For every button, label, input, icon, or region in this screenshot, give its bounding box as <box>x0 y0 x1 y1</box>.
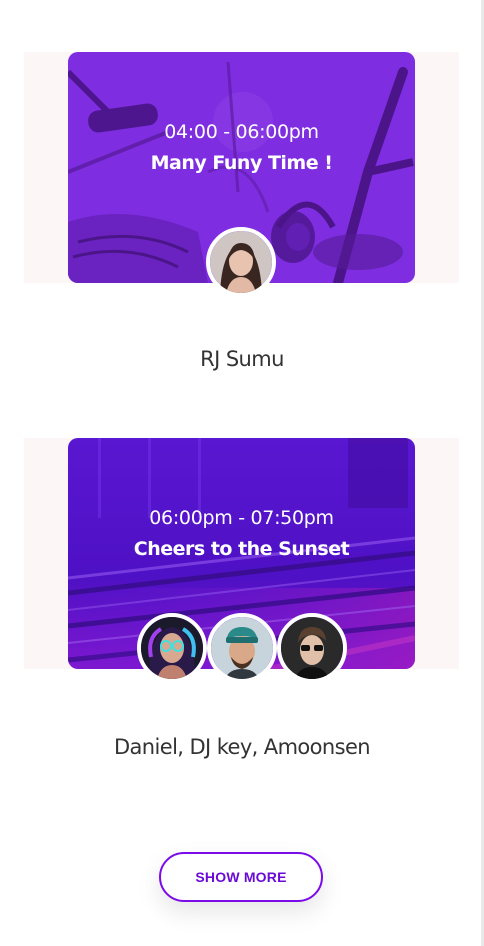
show-title: Cheers to the Sunset <box>133 538 350 560</box>
show-time: 04:00 - 06:00pm <box>164 121 319 143</box>
show-more-button[interactable]: SHOW MORE <box>159 852 323 902</box>
show-title: Many Funy Time ! <box>150 152 333 174</box>
host-avatar[interactable] <box>207 613 277 683</box>
host-names: Daniel, DJ key, Amoonsen <box>113 735 371 759</box>
show-time: 06:00pm - 07:50pm <box>149 507 334 529</box>
host-photo <box>281 617 343 679</box>
host-names: RJ Sumu <box>200 347 284 371</box>
host-photo <box>211 617 273 679</box>
host-avatar[interactable] <box>206 227 276 297</box>
host-photo <box>210 231 272 293</box>
host-avatar[interactable] <box>137 613 207 683</box>
host-avatar[interactable] <box>277 613 347 683</box>
host-photo <box>141 617 203 679</box>
